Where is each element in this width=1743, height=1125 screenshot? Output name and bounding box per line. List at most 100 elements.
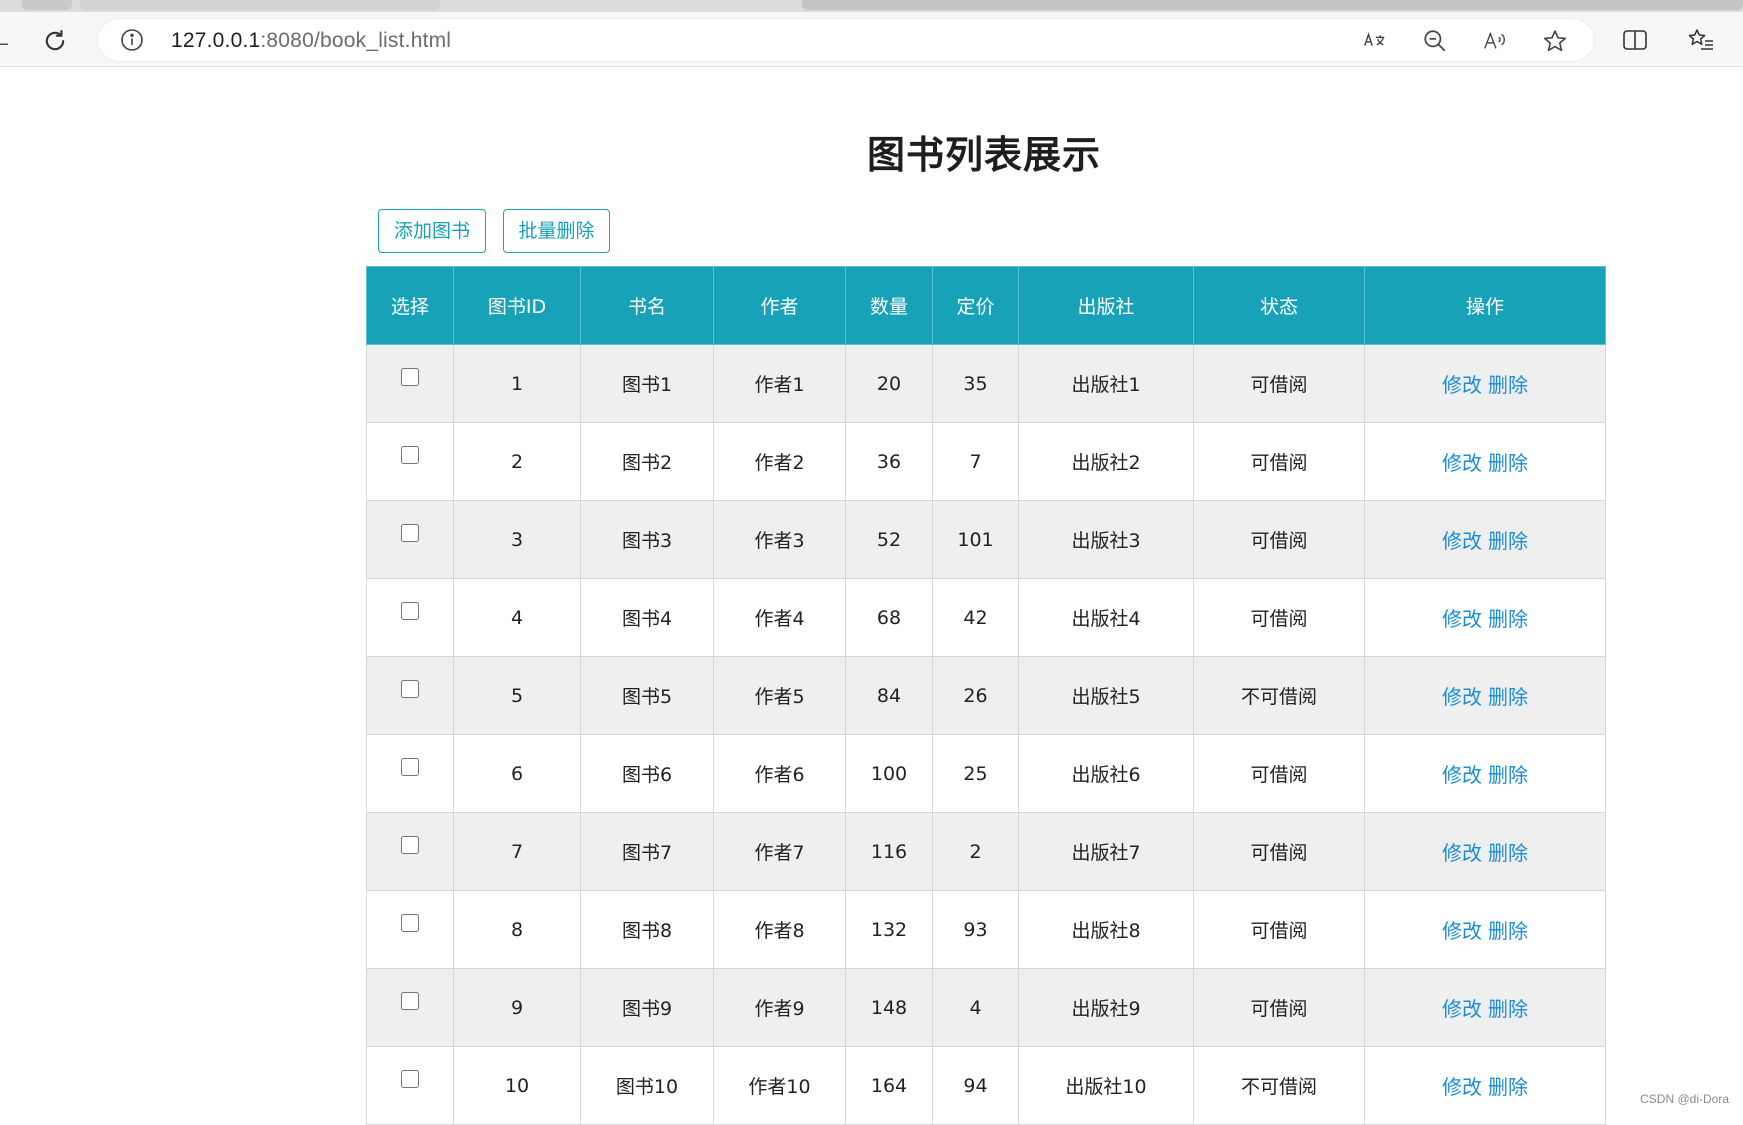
cell-count: 36	[845, 422, 933, 501]
row-select-checkbox[interactable]	[401, 368, 419, 386]
cell-author: 作者1	[713, 344, 846, 423]
row-select-checkbox[interactable]	[401, 836, 419, 854]
edit-link[interactable]: 修改	[1442, 1075, 1482, 1099]
batch-delete-button[interactable]: 批量删除	[503, 209, 610, 253]
cell-select	[366, 890, 454, 969]
delete-link[interactable]: 删除	[1488, 607, 1528, 631]
cell-select	[366, 422, 454, 501]
back-arrow-icon[interactable]: ←	[0, 34, 9, 55]
cell-actions: 修改 删除	[1364, 734, 1606, 813]
header-status: 状态	[1193, 266, 1365, 345]
cell-select	[366, 578, 454, 657]
cell-count: 100	[845, 734, 933, 813]
cell-book-id: 4	[453, 578, 581, 657]
cell-publisher: 出版社6	[1018, 734, 1194, 813]
edit-link[interactable]: 修改	[1442, 763, 1482, 787]
table-row: 9 图书9 作者9 148 4 出版社9 可借阅 修改 删除	[366, 968, 1606, 1047]
cell-status: 可借阅	[1193, 812, 1365, 891]
cell-select	[366, 656, 454, 735]
address-bar[interactable]: 127.0.0.1:8080/book_list.html	[98, 19, 1594, 61]
delete-link[interactable]: 删除	[1488, 685, 1528, 709]
page-title: 图书列表展示	[866, 133, 1101, 177]
row-select-checkbox[interactable]	[401, 446, 419, 464]
cell-book-name: 图书1	[580, 344, 714, 423]
cell-book-id: 1	[453, 344, 581, 423]
cell-publisher: 出版社2	[1018, 422, 1194, 501]
delete-link[interactable]: 删除	[1488, 373, 1528, 397]
header-author: 作者	[713, 266, 846, 345]
cell-author: 作者2	[713, 422, 846, 501]
delete-link[interactable]: 删除	[1488, 841, 1528, 865]
edit-link[interactable]: 修改	[1442, 841, 1482, 865]
cell-publisher: 出版社8	[1018, 890, 1194, 969]
favorite-star-icon[interactable]	[1542, 28, 1568, 54]
cell-price: 7	[932, 422, 1019, 501]
cell-author: 作者5	[713, 656, 846, 735]
tab-next[interactable]	[802, 0, 1743, 10]
cell-count: 52	[845, 500, 933, 579]
zoom-out-icon[interactable]	[1422, 28, 1448, 54]
reload-button[interactable]	[38, 24, 72, 58]
edit-link[interactable]: 修改	[1442, 373, 1482, 397]
table-row: 8 图书8 作者8 132 93 出版社8 可借阅 修改 删除	[366, 890, 1606, 969]
row-select-checkbox[interactable]	[401, 1070, 419, 1088]
cell-author: 作者4	[713, 578, 846, 657]
row-select-checkbox[interactable]	[401, 914, 419, 932]
delete-link[interactable]: 删除	[1488, 763, 1528, 787]
cell-status: 不可借阅	[1193, 1046, 1365, 1125]
browser-toolbar: ← 127.0.0.1:8080/book_list.html	[0, 12, 1743, 67]
cell-book-name: 图书8	[580, 890, 714, 969]
cell-count: 84	[845, 656, 933, 735]
row-select-checkbox[interactable]	[401, 758, 419, 776]
cell-select	[366, 500, 454, 579]
favorites-list-icon[interactable]	[1686, 25, 1716, 55]
cell-select	[366, 1046, 454, 1125]
edit-link[interactable]: 修改	[1442, 529, 1482, 553]
row-select-checkbox[interactable]	[401, 992, 419, 1010]
header-actions: 操作	[1364, 266, 1606, 345]
delete-link[interactable]: 删除	[1488, 997, 1528, 1021]
edit-link[interactable]: 修改	[1442, 607, 1482, 631]
cell-actions: 修改 删除	[1364, 656, 1606, 735]
cell-count: 132	[845, 890, 933, 969]
tab-previous[interactable]	[80, 0, 440, 10]
edit-link[interactable]: 修改	[1442, 997, 1482, 1021]
table-row: 4 图书4 作者4 68 42 出版社4 可借阅 修改 删除	[366, 578, 1606, 657]
row-select-checkbox[interactable]	[401, 602, 419, 620]
cell-book-name: 图书4	[580, 578, 714, 657]
cell-price: 94	[932, 1046, 1019, 1125]
cell-publisher: 出版社5	[1018, 656, 1194, 735]
read-aloud-icon[interactable]	[1482, 28, 1508, 54]
delete-link[interactable]: 删除	[1488, 529, 1528, 553]
cell-actions: 修改 删除	[1364, 890, 1606, 969]
cell-book-id: 10	[453, 1046, 581, 1125]
book-table: 选择 图书ID 书名 作者 数量 定价 出版社 状态 操作 1 图书1 作者1 20 3…	[366, 266, 1606, 1125]
table-row: 3 图书3 作者3 52 101 出版社3 可借阅 修改 删除	[366, 500, 1606, 579]
url-text[interactable]: 127.0.0.1:8080/book_list.html	[171, 29, 451, 53]
edit-link[interactable]: 修改	[1442, 685, 1482, 709]
add-book-button[interactable]: 添加图书	[378, 209, 486, 253]
row-select-checkbox[interactable]	[401, 680, 419, 698]
edit-link[interactable]: 修改	[1442, 919, 1482, 943]
cell-count: 116	[845, 812, 933, 891]
cell-price: 101	[932, 500, 1019, 579]
cell-book-id: 7	[453, 812, 581, 891]
delete-link[interactable]: 删除	[1488, 451, 1528, 475]
cell-author: 作者9	[713, 968, 846, 1047]
cell-status: 可借阅	[1193, 344, 1365, 423]
site-info-icon[interactable]	[120, 28, 144, 52]
cell-status: 可借阅	[1193, 890, 1365, 969]
delete-link[interactable]: 删除	[1488, 919, 1528, 943]
split-screen-icon[interactable]	[1620, 25, 1650, 55]
translate-icon[interactable]	[1362, 28, 1388, 54]
cell-book-id: 6	[453, 734, 581, 813]
cell-publisher: 出版社9	[1018, 968, 1194, 1047]
cell-actions: 修改 删除	[1364, 1046, 1606, 1125]
cell-actions: 修改 删除	[1364, 812, 1606, 891]
row-select-checkbox[interactable]	[401, 524, 419, 542]
edit-link[interactable]: 修改	[1442, 451, 1482, 475]
table-row: 6 图书6 作者6 100 25 出版社6 可借阅 修改 删除	[366, 734, 1606, 813]
cell-book-id: 8	[453, 890, 581, 969]
delete-link[interactable]: 删除	[1488, 1075, 1528, 1099]
tab-fragment[interactable]	[22, 0, 72, 10]
